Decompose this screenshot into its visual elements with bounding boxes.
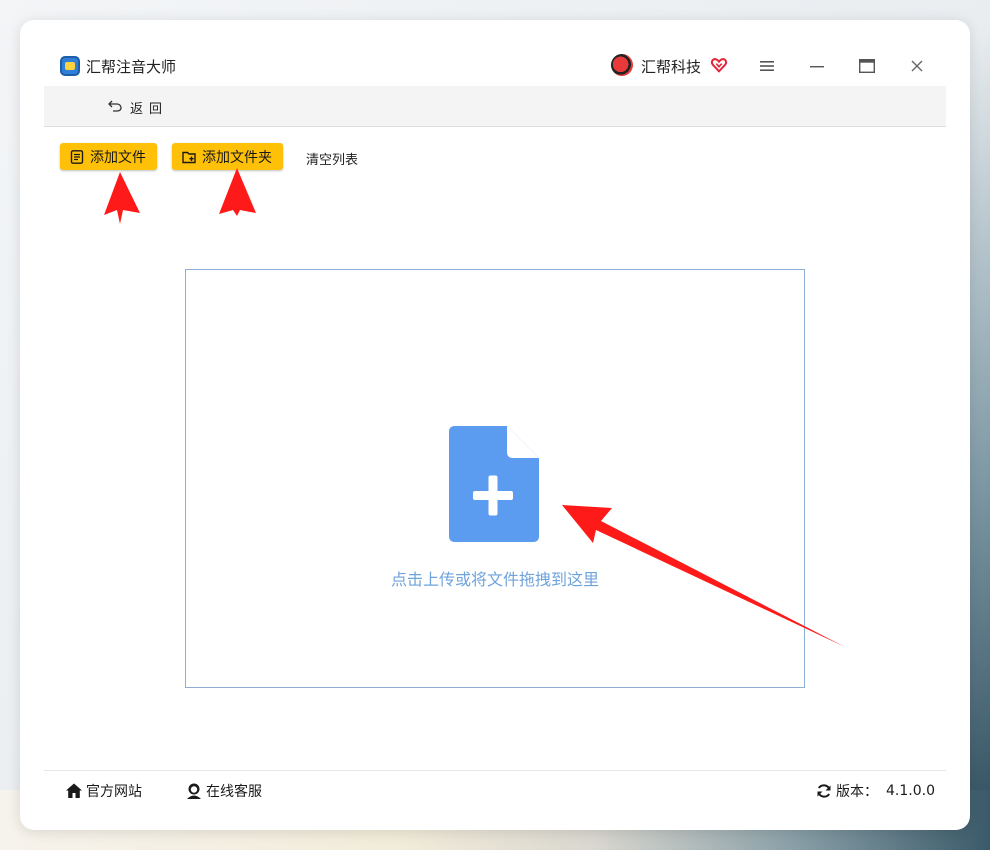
clear-list-button[interactable]: 清空列表 [306, 149, 358, 168]
maximize-button[interactable] [853, 52, 881, 80]
brand-name: 汇帮科技 [641, 58, 702, 76]
menu-button[interactable] [753, 52, 781, 80]
folder-add-icon [182, 151, 196, 163]
add-folder-label: 添加文件夹 [202, 149, 272, 166]
close-icon [911, 60, 923, 72]
file-list-icon [70, 149, 84, 164]
website-link[interactable]: 官方网站 [65, 781, 142, 801]
version-label: 版本： [836, 784, 878, 800]
support-link[interactable]: 在线客服 [185, 781, 262, 801]
close-button[interactable] [903, 52, 931, 80]
maximize-icon [859, 59, 875, 73]
app-content: 汇帮注音大师 汇帮科技 返回 添加文件 添加文件夹 清空列表 点击上传或将文件拖… [44, 44, 946, 807]
nav-bar: 返回 [44, 86, 946, 127]
version-value: 4.1.0.0 [886, 783, 935, 799]
title-bar[interactable]: 汇帮注音大师 汇帮科技 [44, 44, 946, 86]
menu-icon [760, 61, 774, 71]
add-file-label: 添加文件 [90, 149, 146, 166]
add-folder-button[interactable]: 添加文件夹 [172, 143, 283, 170]
back-button[interactable]: 返回 [130, 98, 168, 117]
heart-icon[interactable] [710, 56, 728, 74]
file-plus-icon[interactable] [449, 426, 541, 542]
support-icon [187, 783, 201, 799]
website-label: 官方网站 [86, 784, 142, 800]
add-file-button[interactable]: 添加文件 [60, 143, 157, 170]
refresh-icon[interactable] [816, 783, 832, 799]
file-drop-zone[interactable]: 点击上传或将文件拖拽到这里 [185, 269, 805, 688]
app-title: 汇帮注音大师 [86, 58, 177, 76]
minimize-icon [810, 66, 824, 68]
back-icon[interactable] [108, 100, 122, 112]
status-bar: 官方网站 在线客服 版本： 4.1.0.0 [44, 770, 946, 807]
drop-hint: 点击上传或将文件拖拽到这里 [390, 570, 599, 589]
app-logo-icon [60, 56, 80, 76]
support-label: 在线客服 [206, 784, 262, 800]
version-info: 版本： 4.1.0.0 [816, 781, 935, 801]
home-icon [66, 783, 82, 798]
minimize-button[interactable] [803, 52, 831, 80]
brand-icon [607, 50, 637, 80]
